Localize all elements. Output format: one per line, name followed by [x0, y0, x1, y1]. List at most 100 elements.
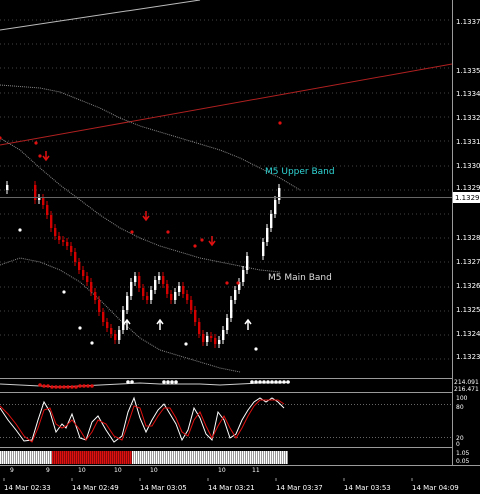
histogram-bar: [254, 451, 256, 464]
indicator3-level: 0.05: [456, 458, 470, 465]
hour-label: 10: [218, 467, 226, 474]
candle-body: [206, 336, 209, 342]
histogram-bar: [170, 451, 172, 464]
histogram-bar: [16, 451, 18, 464]
candles: [6, 181, 281, 348]
red-trendline[interactable]: [0, 63, 453, 146]
grid-lines: [0, 19, 452, 360]
histogram-bar: [156, 451, 158, 464]
candle-body: [78, 262, 81, 270]
histogram-bar: [32, 451, 34, 464]
price-label: 1.13350: [456, 67, 480, 75]
histogram-bar: [52, 451, 54, 464]
histogram-bar: [92, 451, 94, 464]
histogram-bar: [64, 451, 66, 464]
histogram-bar: [36, 451, 38, 464]
indicator2-level: 100: [456, 395, 468, 402]
lower-band-line: [0, 257, 241, 373]
histogram-bar: [144, 451, 146, 464]
histogram-bar: [260, 451, 262, 464]
histogram-bar: [104, 451, 106, 464]
histogram-bar: [24, 451, 26, 464]
histogram-bar: [274, 451, 276, 464]
candle-body: [66, 242, 69, 246]
histogram-bar: [210, 451, 212, 464]
histogram-bar: [256, 451, 258, 464]
histogram-bar: [196, 451, 198, 464]
histogram-bar: [278, 451, 280, 464]
histogram-bar: [232, 451, 234, 464]
candle-body: [194, 310, 197, 322]
histogram-bar: [66, 451, 68, 464]
candle-body: [42, 198, 45, 205]
histogram-bar: [142, 451, 144, 464]
histogram-bar: [108, 451, 110, 464]
histogram-bar: [114, 451, 116, 464]
histogram-bar: [264, 451, 266, 464]
candle-body: [94, 292, 97, 300]
histogram-bar: [22, 451, 24, 464]
histogram-bar: [80, 451, 82, 464]
indicator-panel-3[interactable]: 1.05 0.05 9 9 10 10 10 10 11: [0, 450, 470, 474]
histogram-bar: [198, 451, 200, 464]
histogram-bar: [214, 451, 216, 464]
histogram-bar: [58, 451, 60, 464]
histogram-bar: [148, 451, 150, 464]
candle-body: [114, 334, 117, 340]
price-label: 1.13230: [456, 353, 480, 361]
candle-body: [210, 336, 213, 338]
price-scale[interactable]: 1.13370 1.13350 1.13340 1.13320 1.13310 …: [456, 18, 480, 361]
candle-body: [86, 276, 89, 282]
candle-body: [190, 300, 193, 310]
time-label: 14 Mar 02:33: [4, 484, 51, 492]
histogram-bar: [100, 451, 102, 464]
histogram-bar: [268, 451, 270, 464]
histogram-bar: [96, 451, 98, 464]
histogram-bar: [76, 451, 78, 464]
histogram-bar: [62, 451, 64, 464]
histogram-bar: [84, 451, 86, 464]
histogram-bar: [86, 451, 88, 464]
gray-trendline[interactable]: [0, 0, 201, 31]
candle-body: [214, 338, 217, 344]
histogram-bar: [182, 451, 184, 464]
price-label: 1.13370: [456, 18, 480, 26]
candle-body: [134, 276, 137, 282]
hour-label: 9: [10, 467, 14, 474]
current-price-label: 1.13298: [455, 194, 480, 202]
candle-body: [138, 276, 141, 288]
candle-body: [178, 286, 181, 292]
histogram-bar: [126, 451, 128, 464]
histogram-bar: [286, 451, 288, 464]
histogram-bar: [124, 451, 126, 464]
candle-body: [174, 292, 177, 300]
histogram-bar: [130, 451, 132, 464]
candle-body: [218, 340, 221, 344]
chart-window[interactable]: M5 Upper Band M5 Main Band 1.13298 1.133…: [0, 0, 480, 494]
candle-body: [38, 198, 41, 200]
histogram-bar: [200, 451, 202, 464]
time-axis[interactable]: 14 Mar 02:33 14 Mar 02:49 14 Mar 03:05 1…: [3, 478, 459, 492]
candle-body: [182, 286, 185, 294]
candle-body: [154, 280, 157, 290]
histogram-bar: [106, 451, 108, 464]
histogram-bar: [252, 451, 254, 464]
histogram-bar: [102, 451, 104, 464]
candle-body: [166, 284, 169, 294]
candle-body: [142, 288, 145, 296]
indicator-panel-2[interactable]: 100 80 20 0: [0, 395, 468, 448]
indicator-panel-1[interactable]: 214.091 216.471: [0, 379, 479, 393]
histogram-bar: [238, 451, 240, 464]
hour-label: 10: [150, 467, 158, 474]
histogram-bar: [128, 451, 130, 464]
histogram-bar: [10, 451, 12, 464]
histogram-bar: [94, 451, 96, 464]
histogram-bar: [2, 451, 4, 464]
histogram-bar: [192, 451, 194, 464]
histogram-bar: [112, 451, 114, 464]
candle-body: [102, 312, 105, 322]
hour-label: 11: [252, 467, 260, 474]
price-label: 1.13280: [456, 234, 480, 242]
histogram-bar: [88, 451, 90, 464]
candle-body: [150, 290, 153, 300]
